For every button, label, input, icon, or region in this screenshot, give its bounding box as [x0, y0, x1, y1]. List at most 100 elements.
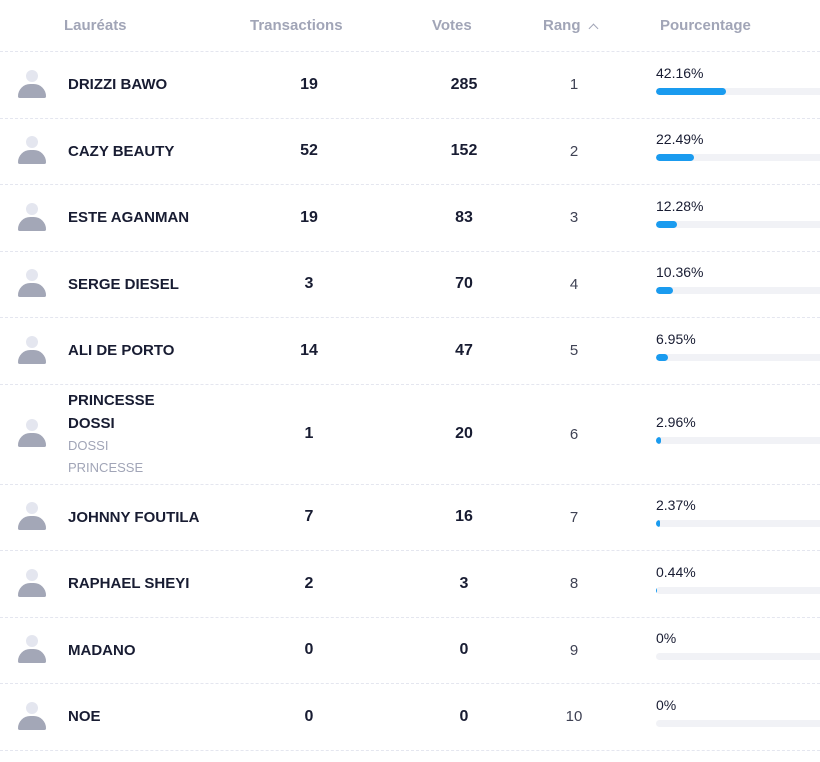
votes-value: 70 — [455, 275, 473, 293]
laureate-name: CAZY BEAUTY — [68, 142, 175, 160]
percentage-progress-fill — [656, 154, 694, 162]
votes-value: 152 — [450, 142, 478, 160]
laureate-name-cell: RAPHAEL SHEYI — [68, 572, 244, 595]
rang-value: 5 — [569, 342, 579, 360]
laureate-name: DRIZZI BAWO — [68, 76, 168, 94]
votes-value: 0 — [459, 641, 469, 659]
avatar-cell — [0, 69, 68, 100]
percentage-progress-fill — [656, 87, 727, 95]
percentage-progress-fill — [656, 586, 657, 594]
laureate-name-cell: ESTE AGANMAN — [68, 206, 244, 229]
laureate-name-cell: NOE — [68, 705, 244, 728]
rang-value: 6 — [569, 425, 579, 443]
header-laureats[interactable]: Lauréats — [0, 17, 194, 34]
table-row: DRIZZI BAWO 19 285 1 42.16% — [0, 52, 820, 119]
transactions-value: 0 — [304, 707, 314, 725]
user-avatar-icon — [17, 202, 47, 233]
transactions-value: 1 — [304, 425, 314, 442]
percentage-cell: 42.16% — [594, 65, 820, 95]
percentage-progress-bar — [656, 154, 820, 162]
header-rang-label: Rang — [543, 17, 581, 34]
percentage-label: 6.95% — [656, 330, 696, 347]
percentage-cell: 0% — [594, 697, 820, 727]
table-row: RAPHAEL SHEYI 2 3 8 0.44% — [0, 551, 820, 618]
table-row: JOHNNY FOUTILA 7 16 7 2.37% — [0, 485, 820, 551]
avatar-cell — [0, 502, 68, 532]
percentage-label: 42.16% — [656, 64, 704, 81]
percentage-cell: 6.95% — [594, 331, 820, 361]
rang-value: 8 — [569, 575, 579, 593]
rang-value: 4 — [569, 275, 579, 293]
rang-value: 3 — [569, 209, 579, 227]
laureate-name-cell: MADANO — [68, 639, 244, 662]
percentage-progress-bar — [656, 220, 820, 228]
percentage-progress-bar — [656, 87, 820, 95]
avatar-cell — [0, 136, 68, 166]
header-votes[interactable]: Votes — [404, 17, 526, 34]
percentage-label: 2.37% — [656, 497, 696, 514]
table-header: Lauréats Transactions Votes Rang Pourcen… — [0, 0, 820, 52]
transactions-value: 2 — [304, 574, 314, 592]
header-transactions[interactable]: Transactions — [194, 17, 404, 34]
percentage-progress-fill — [656, 287, 674, 295]
laureate-name: MADANO — [68, 641, 136, 659]
percentage-cell: 0% — [594, 630, 820, 661]
table-body: DRIZZI BAWO 19 285 1 42.16% CAZY BEAUTY … — [0, 52, 820, 751]
table-row: CAZY BEAUTY 52 152 2 22.49% — [0, 119, 820, 185]
user-avatar-icon — [17, 335, 47, 366]
percentage-label: 10.36% — [656, 264, 704, 281]
avatar-cell — [0, 335, 68, 366]
percentage-label: 2.96% — [656, 414, 696, 430]
transactions-value: 19 — [300, 75, 318, 93]
percentage-cell: 2.37% — [594, 497, 820, 528]
user-avatar-icon — [17, 69, 47, 100]
percentage-progress-bar — [656, 653, 820, 661]
percentage-label: 0% — [656, 630, 677, 647]
rang-value: 7 — [569, 508, 579, 526]
user-avatar-icon — [17, 419, 47, 449]
laureate-name-cell: ALI DE PORTO — [68, 339, 244, 362]
header-rang[interactable]: Rang — [526, 17, 660, 34]
percentage-progress-bar — [656, 586, 820, 594]
sort-ascending-icon — [588, 23, 598, 33]
rang-value: 2 — [569, 142, 579, 160]
avatar-cell — [0, 202, 68, 233]
percentage-progress-bar — [656, 437, 820, 444]
table-row: NOE 0 0 10 0% — [0, 684, 820, 751]
user-avatar-icon — [17, 136, 47, 166]
percentage-cell: 0.44% — [594, 564, 820, 594]
laureate-name-cell: CAZY BEAUTY — [68, 140, 244, 163]
transactions-value: 52 — [300, 142, 318, 160]
percentage-progress-fill — [656, 520, 660, 528]
percentage-progress-bar — [656, 520, 820, 528]
percentage-cell: 2.96% — [594, 414, 820, 444]
laureate-name-cell: DRIZZI BAWO — [68, 73, 244, 96]
table-row: ESTE AGANMAN 19 83 3 12.28% — [0, 185, 820, 252]
table-row: MADANO 0 0 9 0% — [0, 618, 820, 684]
percentage-label: 12.28% — [656, 197, 704, 214]
user-avatar-icon — [17, 269, 47, 299]
percentage-progress-fill — [656, 353, 668, 361]
laureate-name-cell: PRINCESSE DOSSI DOSSI PRINCESSE — [68, 389, 178, 479]
rang-value: 1 — [569, 76, 579, 94]
rang-value: 9 — [569, 641, 579, 659]
percentage-progress-bar — [656, 287, 820, 295]
laureate-subtitle: DOSSI PRINCESSE — [68, 438, 144, 475]
avatar-cell — [0, 568, 68, 599]
votes-value: 47 — [455, 341, 473, 359]
laureate-name-cell: JOHNNY FOUTILA — [68, 506, 244, 529]
transactions-value: 3 — [304, 275, 314, 293]
percentage-cell: 22.49% — [594, 131, 820, 162]
laureate-name: ESTE AGANMAN — [68, 209, 190, 227]
header-pourcentage[interactable]: Pourcentage — [660, 17, 820, 34]
laureate-name: JOHNNY FOUTILA — [68, 508, 200, 526]
percentage-cell: 12.28% — [594, 198, 820, 228]
table-row: ALI DE PORTO 14 47 5 6.95% — [0, 318, 820, 385]
laureate-name: RAPHAEL SHEYI — [68, 575, 190, 593]
percentage-progress-bar — [656, 353, 820, 361]
transactions-value: 14 — [300, 341, 318, 359]
percentage-cell: 10.36% — [594, 264, 820, 295]
user-avatar-icon — [17, 635, 47, 665]
laureate-name: SERGE DIESEL — [68, 275, 179, 293]
percentage-progress-fill — [656, 220, 677, 228]
